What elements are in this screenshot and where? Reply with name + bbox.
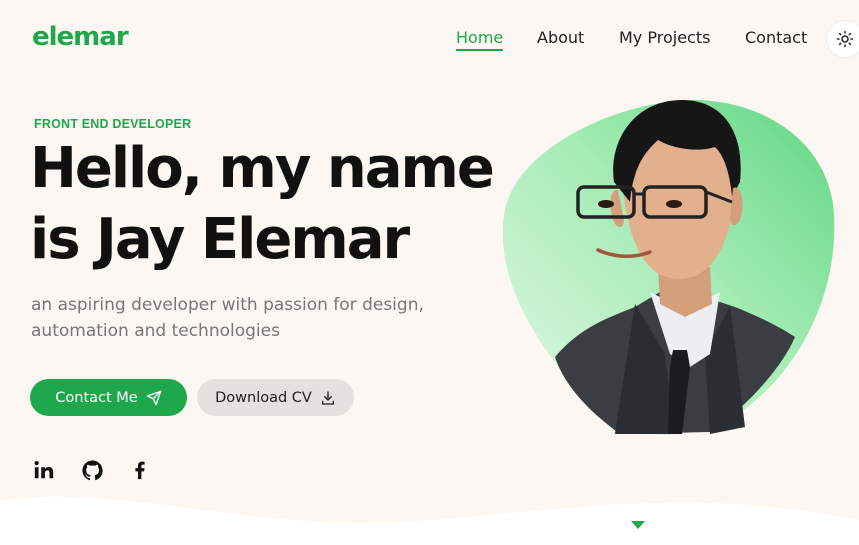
- sun-icon: [836, 30, 854, 48]
- hero-subtitle-line2: automation and technologies: [31, 321, 280, 341]
- bottom-wave: [0, 497, 859, 545]
- facebook-link[interactable]: [128, 458, 152, 482]
- hero-headline: Hello, my name is Jay Elemar: [30, 133, 530, 275]
- download-icon: [321, 390, 334, 405]
- facebook-icon: [135, 461, 145, 480]
- github-link[interactable]: [80, 458, 104, 482]
- hero-tagline: FRONT END DEVELOPER: [34, 117, 192, 131]
- linkedin-link[interactable]: [32, 458, 56, 482]
- linkedin-icon: [34, 461, 54, 479]
- nav-about[interactable]: About: [537, 28, 584, 47]
- profile-photo: [555, 100, 795, 434]
- scroll-down-icon[interactable]: [631, 521, 645, 530]
- hero-headline-line1: Hello, my name: [30, 136, 495, 201]
- hero-subtitle: an aspiring developer with passion for d…: [31, 292, 451, 344]
- send-icon: [146, 390, 162, 405]
- contact-me-button[interactable]: Contact Me: [30, 379, 187, 416]
- github-icon: [81, 459, 103, 480]
- logo[interactable]: elemar: [32, 22, 129, 52]
- hero-headline-line2: is Jay Elemar: [30, 207, 410, 272]
- contact-me-label: Contact Me: [55, 389, 138, 406]
- theme-toggle-button[interactable]: [826, 20, 859, 58]
- download-cv-label: Download CV: [215, 389, 312, 406]
- hero-subtitle-line1: an aspiring developer with passion for d…: [31, 295, 424, 315]
- nav-home[interactable]: Home: [456, 28, 504, 51]
- download-cv-button[interactable]: Download CV: [197, 379, 354, 416]
- nav-contact[interactable]: Contact: [745, 28, 807, 47]
- nav-my-projects[interactable]: My Projects: [619, 28, 710, 47]
